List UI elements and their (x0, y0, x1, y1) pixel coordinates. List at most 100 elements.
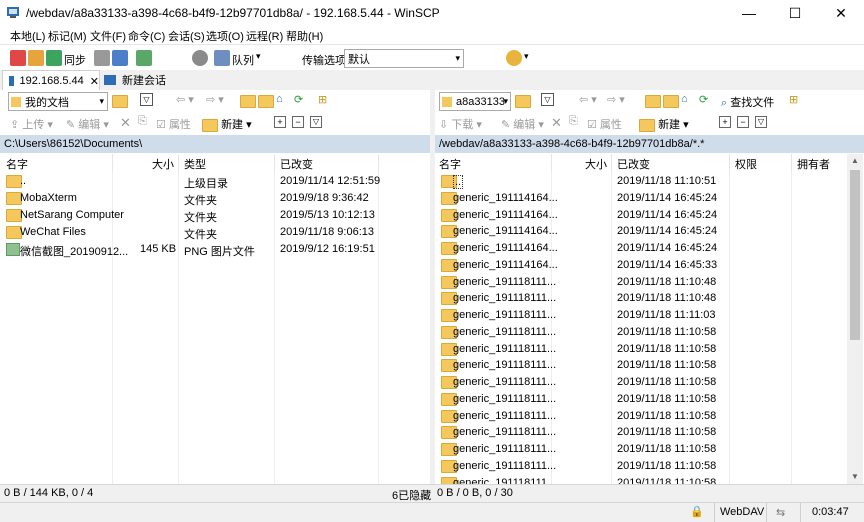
list-item[interactable]: generic_191118111... 2019/11/18 11:10:58 (435, 374, 847, 391)
column-rights[interactable]: 权限 (735, 156, 757, 172)
refresh-icon[interactable]: ⟳ (294, 93, 303, 106)
root-dir-icon[interactable] (663, 95, 679, 108)
column-name[interactable]: 名字 (439, 156, 461, 172)
globe-icon[interactable] (506, 50, 522, 66)
menu-commands[interactable]: 命令(C) (128, 28, 165, 44)
queue-label[interactable]: 队列 (232, 52, 254, 68)
list-item[interactable]: generic_191118111... 2019/11/18 11:10:58 (435, 441, 847, 458)
root-dir-icon[interactable] (258, 95, 274, 108)
list-item[interactable]: generic_191114164... 2019/11/14 16:45:33 (435, 257, 847, 274)
close-icon[interactable]: ✕ (90, 75, 99, 88)
select-all-icon[interactable]: + (719, 116, 731, 128)
list-item[interactable]: .. 上级目录 2019/11/14 12:51:59 (0, 173, 430, 190)
preferences-icon[interactable] (136, 50, 152, 66)
column-type[interactable]: 类型 (184, 156, 206, 172)
right-vertical-scrollbar[interactable]: ▲ ▼ (847, 154, 863, 484)
sync-browse-icon[interactable] (28, 50, 44, 66)
forward-icon[interactable]: ⇨ ▾ (206, 93, 224, 106)
list-item[interactable]: generic_191118111... 2019/11/18 11:10:48 (435, 290, 847, 307)
column-name[interactable]: 名字 (6, 156, 28, 172)
tab-new-session[interactable]: 新建会话 (104, 70, 166, 90)
gear-icon[interactable] (192, 50, 208, 66)
menu-local[interactable]: 本地(L) (10, 28, 45, 44)
list-item[interactable]: generic_191118111... 2019/11/18 11:10:58 (435, 324, 847, 341)
select-all-icon[interactable]: + (274, 116, 286, 128)
find-files-button[interactable]: ⌕ 查找文件 (721, 94, 774, 110)
scroll-up-icon[interactable]: ▲ (847, 154, 863, 168)
list-item[interactable]: generic_191114164... 2019/11/14 16:45:24 (435, 240, 847, 257)
list-item[interactable]: generic_191118111... 2019/11/18 11:10:48 (435, 274, 847, 291)
menu-options[interactable]: 选项(O) (206, 28, 244, 44)
column-size[interactable]: 大小 (585, 156, 607, 172)
column-size[interactable]: 大小 (152, 156, 174, 172)
menu-mark[interactable]: 标记(M) (48, 28, 87, 44)
list-item[interactable]: generic_191114164... 2019/11/14 16:45:24 (435, 207, 847, 224)
list-item[interactable]: WeChat Files 文件夹 2019/11/18 9:06:13 (0, 224, 430, 241)
edit-button[interactable]: ✎ 编辑 ▾ (501, 116, 544, 132)
list-item[interactable]: .. 2019/11/18 11:10:51 (435, 173, 847, 190)
column-changed[interactable]: 已改变 (280, 156, 313, 172)
deselect-icon[interactable]: − (737, 116, 749, 128)
new-button[interactable]: 新建 ▾ (639, 116, 689, 132)
list-item[interactable]: 微信截图_20190912... 145 KB PNG 图片文件 2019/9/… (0, 241, 430, 258)
back-icon[interactable]: ⇦ ▾ (176, 93, 194, 106)
menu-help[interactable]: 帮助(H) (286, 28, 323, 44)
delete-icon[interactable]: ✕ (551, 115, 562, 131)
scrollbar-thumb[interactable] (850, 170, 860, 340)
parent-dir-icon[interactable] (240, 95, 256, 108)
sync-icon[interactable] (46, 50, 62, 66)
filter-icon[interactable]: ▽ (140, 93, 153, 106)
deselect-icon[interactable]: − (292, 116, 304, 128)
home-icon[interactable]: ⌂ (276, 93, 283, 105)
open-folder-icon[interactable] (515, 95, 531, 108)
list-item[interactable]: generic_191114164... 2019/11/14 16:45:24 (435, 190, 847, 207)
list-item[interactable]: generic_191118111... 2019/11/18 11:10:58 (435, 475, 847, 484)
console-icon[interactable] (94, 50, 110, 66)
list-item[interactable]: generic_191118111... 2019/11/18 11:10:58 (435, 357, 847, 374)
home-icon[interactable]: ⌂ (681, 93, 688, 105)
tree-icon[interactable]: ⊞ (789, 93, 798, 106)
delete-icon[interactable]: ✕ (120, 115, 131, 131)
sync-label[interactable]: 同步 (64, 52, 86, 68)
tab-session[interactable]: 192.168.5.44 ✕ (2, 70, 100, 91)
list-item[interactable]: NetSarang Computer 文件夹 2019/5/13 10:12:1… (0, 207, 430, 224)
left-hidden-count[interactable]: 6已隐藏 (392, 487, 431, 503)
list-item[interactable]: generic_191118111... 2019/11/18 11:10:58 (435, 424, 847, 441)
list-item[interactable]: generic_191118111... 2019/11/18 11:10:58 (435, 341, 847, 358)
chevron-down-icon[interactable]: ▾ (524, 51, 529, 62)
properties-button[interactable]: ☑ 属性 (587, 116, 622, 132)
refresh-icon[interactable]: ⟳ (699, 93, 708, 106)
new-button[interactable]: 新建 ▾ (202, 116, 252, 132)
rename-icon[interactable]: ⎘ (138, 115, 147, 128)
column-owner[interactable]: 拥有者 (797, 156, 830, 172)
right-location-select[interactable]: a8a33133 ▾ (439, 92, 511, 111)
maximize-button[interactable]: ☐ (772, 0, 818, 26)
properties-button[interactable]: ☑ 属性 (156, 116, 191, 132)
left-path-bar[interactable]: C:\Users\86152\Documents\ (0, 135, 430, 153)
open-folder-icon[interactable] (112, 95, 128, 108)
left-location-select[interactable]: 我的文档 ▾ (8, 92, 108, 111)
minimize-button[interactable]: — (726, 0, 772, 26)
rename-icon[interactable]: ⎘ (569, 115, 578, 128)
filter-select-icon[interactable]: ▽ (755, 116, 767, 128)
menu-remote[interactable]: 远程(R) (246, 28, 283, 44)
list-item[interactable]: generic_191118111... 2019/11/18 11:10:58 (435, 391, 847, 408)
queue-dropdown-icon[interactable]: ▾ (256, 51, 261, 62)
close-button[interactable]: ✕ (818, 0, 864, 26)
filter-select-icon[interactable]: ▽ (310, 116, 322, 128)
tree-icon[interactable]: ⊞ (318, 93, 327, 106)
menu-file[interactable]: 文件(F) (90, 28, 126, 44)
column-changed[interactable]: 已改变 (617, 156, 650, 172)
edit-button[interactable]: ✎ 编辑 ▾ (66, 116, 109, 132)
right-path-bar[interactable]: /webdav/a8a33133-a398-4c68-b4f9-12b97701… (435, 135, 864, 153)
menu-session[interactable]: 会话(S) (168, 28, 205, 44)
putty-icon[interactable] (112, 50, 128, 66)
list-item[interactable]: generic_191118111... 2019/11/18 11:11:03 (435, 307, 847, 324)
download-button[interactable]: ⇩ 下载 ▾ (439, 116, 482, 132)
transfer-options-select[interactable]: 默认 ▾ (344, 49, 464, 68)
forward-icon[interactable]: ⇨ ▾ (607, 93, 625, 106)
scroll-down-icon[interactable]: ▼ (847, 470, 863, 484)
queue-icon[interactable] (214, 50, 230, 66)
list-item[interactable]: generic_191118111... 2019/11/18 11:10:58 (435, 408, 847, 425)
list-item[interactable]: MobaXterm 文件夹 2019/9/18 9:36:42 (0, 190, 430, 207)
